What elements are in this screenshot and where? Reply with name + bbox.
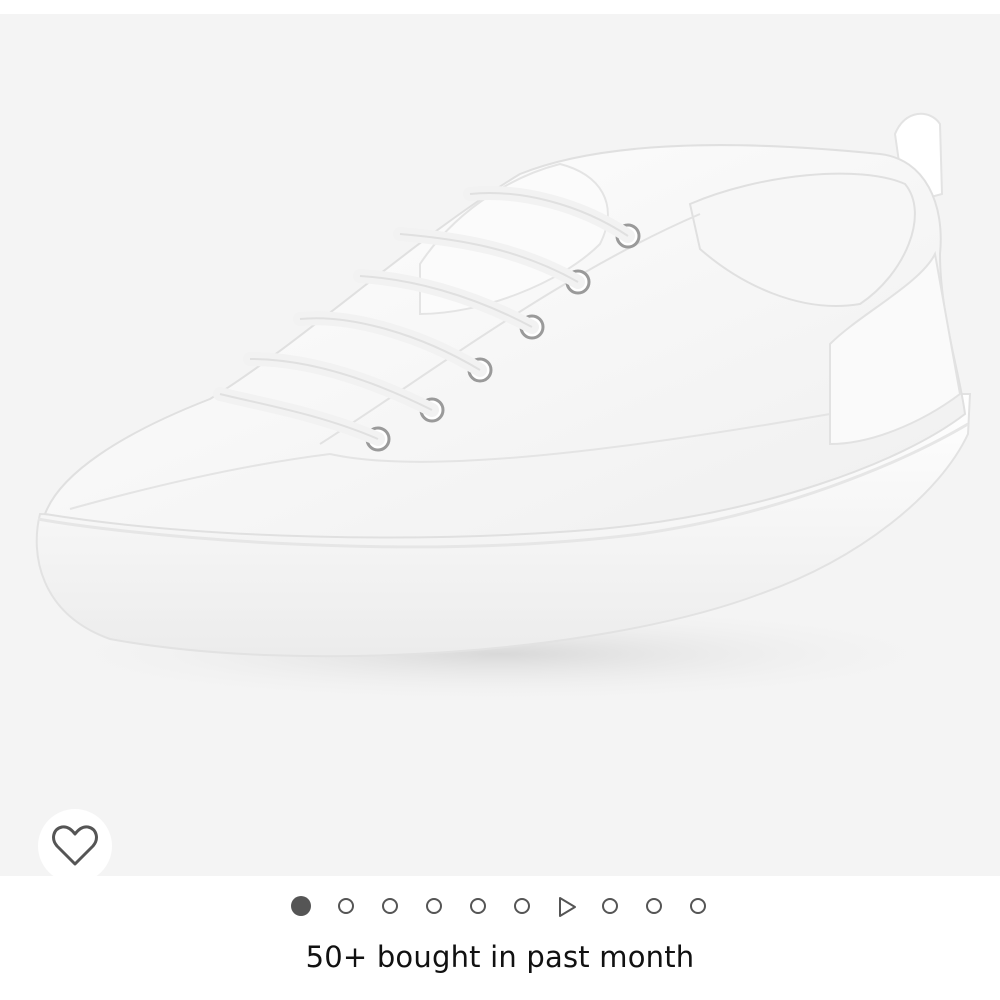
carousel-dot-5[interactable] <box>470 898 486 914</box>
carousel-dot-4[interactable] <box>426 898 442 914</box>
carousel-dot-2[interactable] <box>338 898 354 914</box>
carousel-dot-3[interactable] <box>382 898 398 914</box>
product-image[interactable] <box>0 14 1000 876</box>
carousel-dot-10[interactable] <box>690 898 706 914</box>
carousel-dot-8[interactable] <box>602 898 618 914</box>
video-play-icon[interactable] <box>556 896 578 918</box>
carousel-dot-1[interactable] <box>291 896 311 916</box>
product-image-carousel[interactable] <box>0 14 1000 876</box>
heart-outline-icon <box>52 825 98 866</box>
bought-count-text: 50+ bought in past month <box>305 940 695 974</box>
product-page: 50+ bought in past month <box>0 0 1000 1000</box>
carousel-dot-9[interactable] <box>646 898 662 914</box>
wishlist-button[interactable] <box>38 809 112 876</box>
carousel-dot-6[interactable] <box>514 898 530 914</box>
carousel-indicators <box>0 892 1000 924</box>
